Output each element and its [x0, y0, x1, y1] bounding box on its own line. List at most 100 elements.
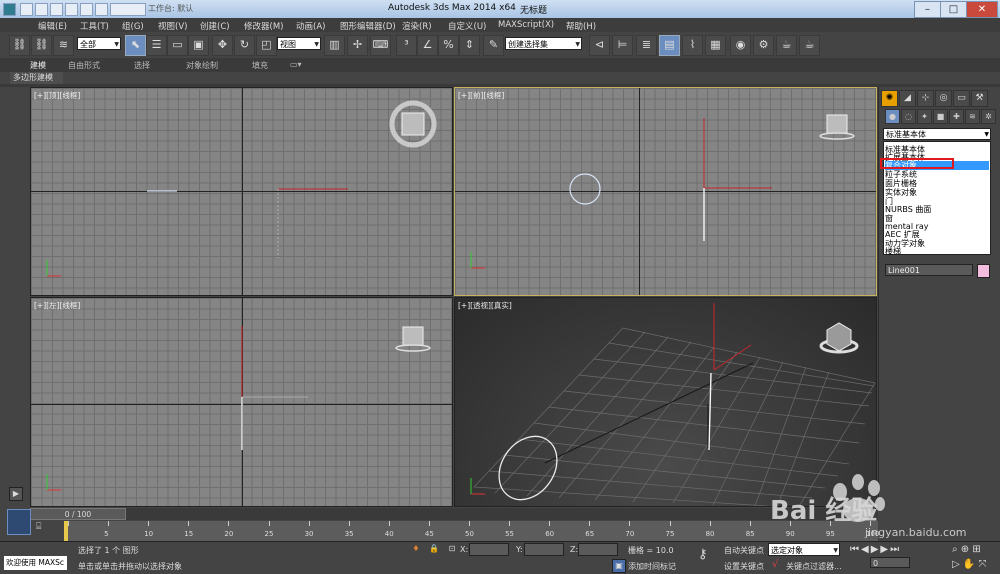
mini-curve-editor-icon[interactable]: ⌸ [36, 522, 52, 534]
bind-space-warp-icon[interactable]: ≋ [53, 35, 74, 56]
space-warps-icon[interactable]: ≋ [965, 109, 980, 124]
key-mode-dropdown[interactable]: 选定对象 [768, 543, 840, 557]
hierarchy-tab-icon[interactable]: ⊹ [917, 90, 934, 107]
scale-icon[interactable]: ◰ [256, 35, 277, 56]
lights-icon[interactable]: ✦ [917, 109, 932, 124]
graphite-toggle-icon[interactable]: ▤ [659, 35, 680, 56]
viewport-left[interactable]: [+][左][线框] 左 [30, 297, 453, 507]
utilities-tab-icon[interactable]: ⚒ [971, 90, 988, 107]
add-time-tag[interactable]: 添加时间标记 [628, 561, 676, 572]
category-option[interactable]: NURBS 曲面 [885, 205, 931, 214]
motion-tab-icon[interactable]: ◎ [935, 90, 952, 107]
rendered-frame-icon[interactable]: ☕ [776, 35, 797, 56]
align-icon[interactable]: ⊨ [612, 35, 633, 56]
viewport-pan-orbit-icon[interactable]: ▷ ✋ ⤧ [952, 559, 987, 570]
percent-snap-icon[interactable]: % [438, 35, 459, 56]
undo-icon[interactable] [65, 3, 78, 16]
move-icon[interactable]: ✥ [212, 35, 233, 56]
z-coordinate-field[interactable] [578, 543, 618, 556]
angle-snap-icon[interactable]: ∠ [417, 35, 438, 56]
object-name-field[interactable]: Line001 [885, 264, 973, 276]
new-file-icon[interactable] [20, 3, 33, 16]
mirror-icon[interactable]: ⊲ [589, 35, 610, 56]
key-filter-icon[interactable]: √ [772, 559, 778, 570]
project-folder-icon[interactable] [95, 3, 108, 16]
set-key-button[interactable]: 设置关键点 [724, 561, 764, 572]
viewport-navigation-icon[interactable]: ⌕ ⊕ ⊞ [952, 544, 981, 555]
time-slider-handle[interactable]: 0 / 100 [30, 508, 126, 520]
ribbon-options-icon[interactable]: ▭▾ [290, 60, 302, 69]
spinner-snap-icon[interactable]: ⇕ [459, 35, 480, 56]
render-setup-icon[interactable]: ⚙ [753, 35, 774, 56]
x-coordinate-field[interactable] [469, 543, 509, 556]
rectangle-selection-icon[interactable]: ▭ [167, 35, 188, 56]
viewport-top[interactable]: [+][顶][线框] 上 [30, 87, 453, 296]
open-file-icon[interactable] [35, 3, 48, 16]
expand-panel-icon[interactable]: ▶ [9, 487, 23, 501]
rotate-icon[interactable]: ↻ [234, 35, 255, 56]
ribbon-tab-freeform[interactable]: 自由形式 [68, 60, 100, 71]
shapes-icon[interactable]: ◌ [901, 109, 916, 124]
menu-item[interactable]: 创建(C) [200, 20, 230, 32]
close-button[interactable]: ✕ [966, 1, 998, 18]
systems-icon[interactable]: ✲ [981, 109, 996, 124]
edit-named-selection-icon[interactable]: ✎ [483, 35, 504, 56]
snap-toggle-icon[interactable]: ³ [396, 35, 417, 56]
menu-item[interactable]: 自定义(U) [448, 20, 486, 32]
app-logo-icon[interactable] [3, 3, 16, 16]
menu-item[interactable]: 工具(T) [80, 20, 109, 32]
playback-controls-icon[interactable]: ⏮◀▶▶⏭ [850, 544, 901, 555]
viewport-front[interactable]: [+][前][线框] [454, 87, 877, 296]
menu-item[interactable]: 修改器(M) [244, 20, 283, 32]
menu-item[interactable]: 组(G) [122, 20, 144, 32]
time-slider-track[interactable] [30, 508, 878, 520]
unlink-icon[interactable]: ⛓ [31, 35, 52, 56]
category-option[interactable]: 实体对象 [885, 188, 917, 197]
menu-item[interactable]: 图形编辑器(D) [340, 20, 396, 32]
ribbon-tab-modeling[interactable]: 建模 [30, 60, 46, 71]
ribbon-subtab-polygon-modeling[interactable]: 多边形建模 [10, 72, 63, 84]
select-by-name-icon[interactable]: ☰ [146, 35, 167, 56]
create-tab-icon[interactable]: ✺ [881, 90, 898, 107]
category-option[interactable]: 粒子系统 [885, 170, 917, 179]
curve-editor-icon[interactable]: ⌇ [682, 35, 703, 56]
workspace-dropdown[interactable] [110, 3, 146, 16]
select-link-icon[interactable]: ⛓ [9, 35, 30, 56]
redo-icon[interactable] [80, 3, 93, 16]
helpers-icon[interactable]: ✚ [949, 109, 964, 124]
key-filters-button[interactable]: 关键点过滤器... [786, 561, 842, 572]
isolate-selection-icon[interactable]: ♦ [410, 543, 422, 555]
reference-coordinate-dropdown[interactable]: 视图 [277, 37, 321, 51]
cameras-icon[interactable]: ■ [933, 109, 948, 124]
selection-filter-dropdown[interactable]: 全部 [77, 37, 121, 51]
auto-key-button[interactable]: 自动关键点 [724, 545, 764, 556]
maxscript-listener[interactable]: 欢迎使用 MAXSc [4, 556, 67, 570]
ribbon-tab-populate[interactable]: 填充 [252, 60, 268, 71]
menu-item[interactable]: 帮助(H) [566, 20, 596, 32]
render-production-icon[interactable]: ☕ [799, 35, 820, 56]
object-category-dropdown[interactable]: 标准基本体 [883, 128, 991, 141]
menu-item[interactable]: 编辑(E) [38, 20, 67, 32]
geometry-icon[interactable]: ● [885, 109, 900, 124]
save-file-icon[interactable] [50, 3, 63, 16]
keyboard-shortcut-override-icon[interactable]: ⌨ [370, 35, 391, 56]
pivot-center-icon[interactable]: ▥ [324, 35, 345, 56]
set-key-icon[interactable]: ⚷ [698, 547, 708, 562]
y-coordinate-field[interactable] [524, 543, 564, 556]
absolute-mode-icon[interactable]: ⊡ [446, 543, 458, 555]
select-manipulate-icon[interactable]: ✢ [347, 35, 368, 56]
layer-manager-icon[interactable]: ≣ [636, 35, 657, 56]
menu-item[interactable]: 视图(V) [158, 20, 187, 32]
maximize-button[interactable]: □ [940, 1, 967, 18]
material-editor-icon[interactable]: ◉ [730, 35, 751, 56]
ribbon-tab-selection[interactable]: 选择 [134, 60, 150, 71]
category-option[interactable]: 面片栅格 [885, 179, 917, 188]
window-crossing-icon[interactable]: ▣ [188, 35, 209, 56]
named-selection-dropdown[interactable]: 创建选择集 [505, 37, 582, 51]
modify-tab-icon[interactable]: ◢ [899, 90, 916, 107]
object-color-swatch[interactable] [977, 264, 990, 278]
time-tag-icon[interactable]: ▣ [612, 559, 626, 573]
time-cursor[interactable] [64, 521, 68, 541]
menu-item[interactable]: 渲染(R) [402, 20, 432, 32]
selection-lock-icon[interactable]: 🔒 [428, 543, 440, 555]
